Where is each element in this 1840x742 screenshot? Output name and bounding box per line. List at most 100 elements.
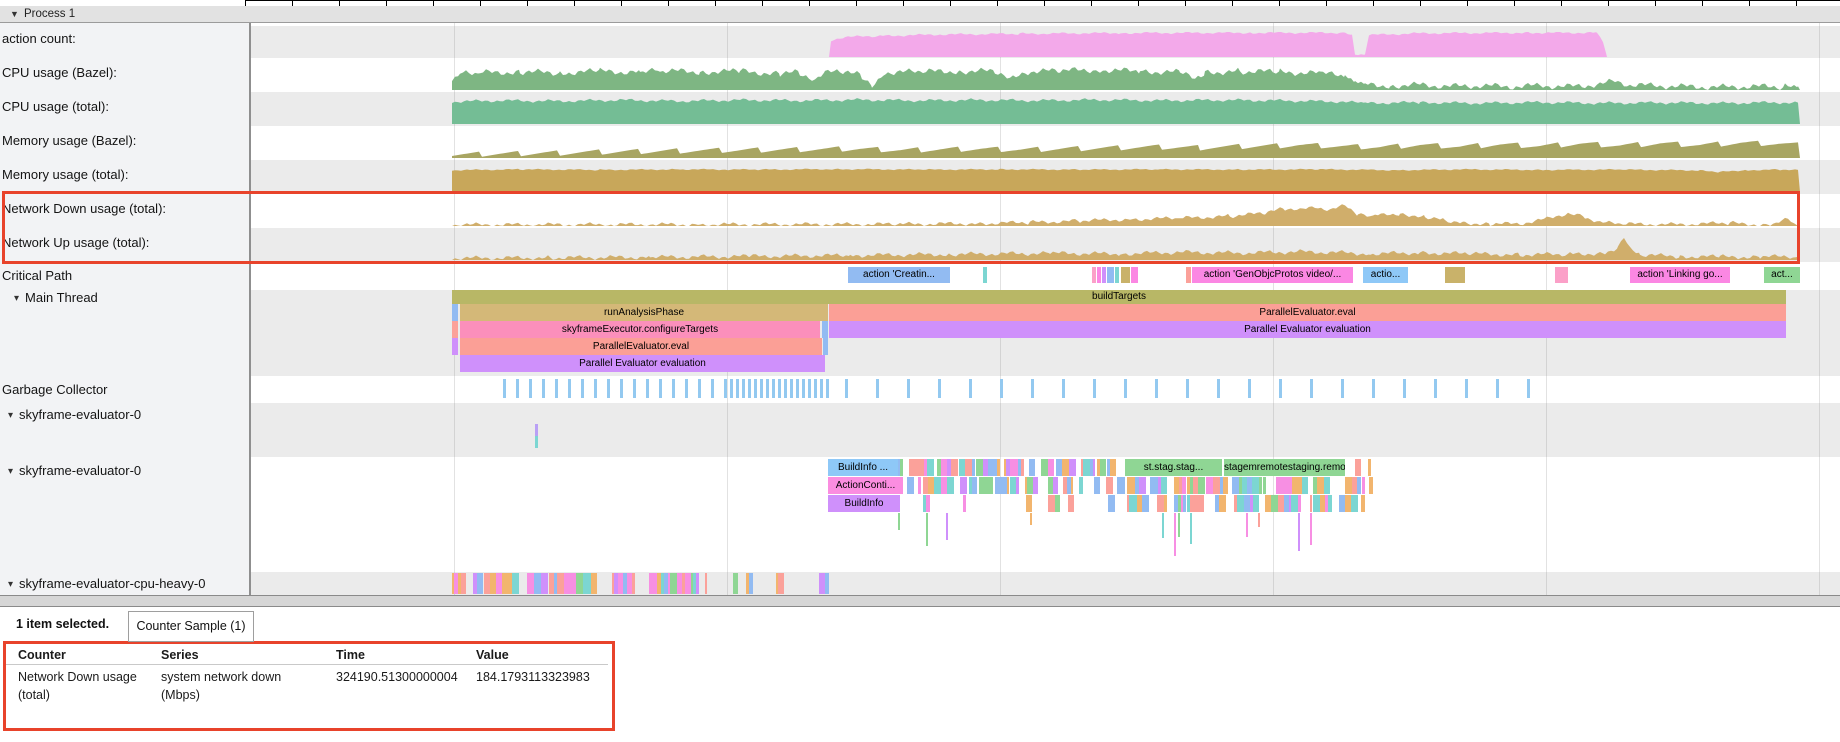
track-label-skyframe-cpu-heavy[interactable]: ▾skyframe-evaluator-cpu-heavy-0 (0, 576, 257, 591)
trace-slice[interactable] (1258, 513, 1260, 527)
trace-slice[interactable] (1102, 267, 1106, 283)
collapse-arrow-icon[interactable]: ▾ (8, 466, 13, 477)
trace-slice-action-genobjcprotos-video-[interactable]: action 'GenObjcProtos video/... (1192, 267, 1353, 283)
track-label-net-up[interactable]: Network Up usage (total): (0, 235, 251, 250)
track-label-skyframe-evaluator-0a[interactable]: ▾skyframe-evaluator-0 (0, 407, 257, 422)
gc-event-tick[interactable] (555, 379, 558, 398)
gc-event-tick[interactable] (1310, 379, 1313, 398)
gc-event-tick[interactable] (685, 379, 688, 398)
trace-slice[interactable] (898, 513, 900, 530)
gc-event-tick[interactable] (607, 379, 610, 398)
panel-splitter[interactable] (0, 595, 1840, 607)
gc-event-tick[interactable] (516, 379, 519, 398)
trace-slice[interactable] (1198, 495, 1204, 512)
gc-event-tick[interactable] (1000, 379, 1003, 398)
gc-event-tick[interactable] (808, 379, 811, 398)
trace-slice[interactable] (1369, 477, 1373, 494)
trace-slice-buildinfo-[interactable]: BuildInfo ... (828, 459, 898, 476)
trace-slice[interactable] (1048, 459, 1054, 476)
gc-event-tick[interactable] (581, 379, 584, 398)
gc-event-tick[interactable] (778, 379, 781, 398)
trace-slice[interactable] (819, 573, 826, 594)
trace-slice[interactable] (696, 573, 699, 594)
trace-slice[interactable] (1355, 459, 1361, 476)
gc-event-tick[interactable] (938, 379, 941, 398)
trace-slice[interactable] (1029, 459, 1035, 476)
table-cell[interactable]: (total) (18, 688, 50, 702)
trace-slice[interactable] (583, 573, 591, 594)
trace-slice[interactable] (959, 459, 966, 476)
gc-event-tick[interactable] (730, 379, 733, 398)
trace-slice[interactable] (1162, 513, 1164, 538)
trace-slice[interactable] (1164, 495, 1167, 512)
trace-slice[interactable] (941, 477, 948, 494)
gc-event-tick[interactable] (620, 379, 623, 398)
trace-slice-parallel-evaluator-evaluation[interactable]: Parallel Evaluator evaluation (829, 321, 1786, 338)
trace-slice[interactable] (995, 477, 1003, 494)
table-header-counter[interactable]: Counter (18, 648, 66, 662)
gc-event-tick[interactable] (1372, 379, 1375, 398)
trace-slice-action-creatin-[interactable]: action 'Creatin... (848, 267, 950, 283)
gc-event-tick[interactable] (969, 379, 972, 398)
gc-event-tick[interactable] (1403, 379, 1406, 398)
gc-event-tick[interactable] (542, 379, 545, 398)
trace-slice[interactable] (477, 573, 483, 594)
trace-slice[interactable] (1219, 495, 1226, 512)
trace-slice[interactable] (916, 459, 924, 476)
net-down-chart[interactable] (250, 200, 1840, 226)
trace-slice-stagemremotestaging-remot-[interactable]: stagemremotestaging.remot... (1224, 459, 1345, 476)
gc-event-tick[interactable] (1496, 379, 1499, 398)
trace-slice[interactable] (1213, 477, 1221, 494)
gc-event-tick[interactable] (784, 379, 787, 398)
gc-event-tick[interactable] (646, 379, 649, 398)
gc-event-tick[interactable] (907, 379, 910, 398)
trace-slice[interactable] (749, 573, 753, 594)
gc-event-tick[interactable] (748, 379, 751, 398)
gc-event-tick[interactable] (1248, 379, 1251, 398)
trace-slice[interactable] (1310, 513, 1312, 545)
trace-slice[interactable] (1298, 495, 1301, 512)
mem-total-chart[interactable] (250, 166, 1840, 192)
trace-slice[interactable] (778, 573, 784, 594)
trace-slice[interactable] (461, 573, 465, 594)
trace-slice[interactable] (1253, 495, 1259, 512)
trace-slice-actionconti-[interactable]: ActionConti... (828, 477, 903, 494)
trace-slice[interactable] (1232, 477, 1239, 494)
trace-slice-buildtargets[interactable]: buildTargets (452, 290, 1786, 304)
gc-event-tick[interactable] (772, 379, 775, 398)
gc-event-tick[interactable] (724, 379, 727, 398)
trace-slice[interactable] (1351, 495, 1358, 512)
gc-event-tick[interactable] (1031, 379, 1034, 398)
trace-slice[interactable] (1053, 477, 1058, 494)
gc-event-tick[interactable] (529, 379, 532, 398)
net-up-chart[interactable] (250, 234, 1840, 260)
mem-bazel-chart[interactable] (250, 132, 1840, 158)
trace-slice[interactable] (1115, 267, 1119, 283)
trace-slice[interactable] (1071, 477, 1074, 494)
evaluator-event-tick[interactable] (535, 436, 538, 448)
trace-slice[interactable] (1361, 495, 1365, 512)
track-label-garbage-collector[interactable]: Garbage Collector (0, 382, 251, 397)
trace-slice[interactable] (1010, 459, 1017, 476)
trace-slice[interactable] (951, 459, 958, 476)
trace-slice[interactable] (1033, 477, 1038, 494)
trace-slice[interactable] (1161, 477, 1167, 494)
trace-slice[interactable] (1263, 477, 1267, 494)
track-label-critical-path[interactable]: Critical Path (0, 268, 251, 283)
trace-slice[interactable] (1298, 513, 1300, 551)
gc-event-tick[interactable] (672, 379, 675, 398)
trace-slice[interactable] (534, 573, 542, 594)
trace-slice[interactable] (822, 321, 828, 338)
trace-slice-buildinfo[interactable]: BuildInfo (828, 495, 900, 512)
trace-slice[interactable] (926, 513, 928, 546)
trace-slice[interactable] (1097, 267, 1101, 283)
collapse-arrow-icon[interactable]: ▾ (8, 410, 13, 421)
trace-slice[interactable] (1157, 495, 1164, 512)
table-cell[interactable]: system network down (161, 670, 281, 684)
trace-slice-runanalysisphase[interactable]: runAnalysisPhase (460, 304, 828, 321)
trace-slice[interactable] (1131, 267, 1138, 283)
trace-slice[interactable] (1276, 477, 1283, 494)
trace-slice[interactable] (1368, 459, 1371, 476)
trace-slice[interactable] (1139, 477, 1147, 494)
gc-event-tick[interactable] (1124, 379, 1127, 398)
